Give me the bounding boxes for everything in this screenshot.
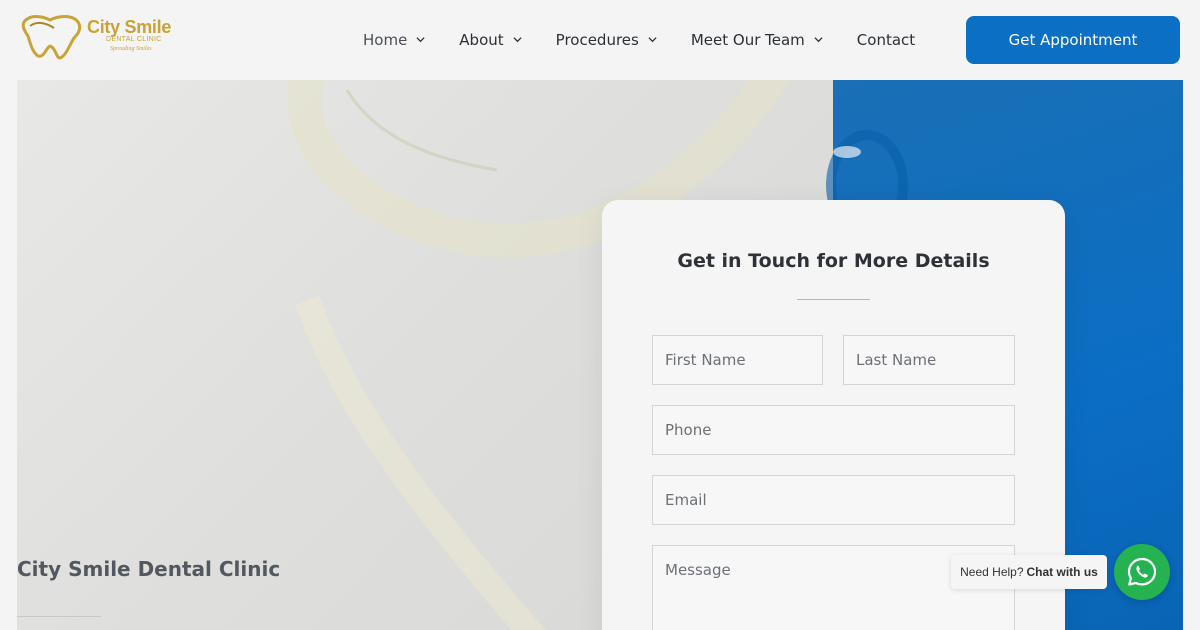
form-title: Get in Touch for More Details: [677, 250, 990, 272]
nav-item-team[interactable]: Meet Our Team: [691, 31, 823, 49]
message-placeholder: Message: [665, 561, 731, 579]
nav-item-about[interactable]: About: [459, 31, 522, 49]
main-nav: Home About Procedures Meet Our Team Cont…: [363, 28, 915, 52]
nav-label-contact: Contact: [856, 31, 916, 49]
last-name-input[interactable]: Last Name: [843, 335, 1015, 385]
logo-subtitle: DENTAL CLINIC: [106, 36, 162, 43]
whatsapp-button[interactable]: [1114, 544, 1170, 600]
nav-label-procedures: Procedures: [555, 31, 639, 49]
site-header: City Smile DENTAL CLINIC Spreading Smile…: [0, 0, 1200, 80]
nav-item-contact[interactable]: Contact: [857, 31, 915, 49]
phone-input[interactable]: Phone: [652, 405, 1015, 455]
whatsapp-action-text: Chat with us: [1026, 565, 1098, 579]
chevron-down-icon: [513, 36, 522, 42]
nav-item-home[interactable]: Home: [363, 31, 425, 49]
last-name-placeholder: Last Name: [856, 351, 937, 369]
hero-title: City Smile Dental Clinic: [17, 557, 281, 581]
whatsapp-prompt-text: Need Help?: [960, 565, 1024, 579]
whatsapp-icon: [1127, 557, 1157, 586]
nav-label-team: Meet Our Team: [690, 31, 805, 49]
nav-label-about: About: [459, 31, 504, 49]
email-input[interactable]: Email: [652, 475, 1015, 525]
whatsapp-chat-prompt[interactable]: Need Help? Chat with us: [951, 555, 1107, 589]
nav-label-home: Home: [363, 31, 408, 49]
email-placeholder: Email: [665, 491, 707, 509]
first-name-placeholder: First Name: [665, 351, 746, 369]
logo-tagline: Spreading Smiles: [110, 46, 152, 52]
get-appointment-button[interactable]: Get Appointment: [966, 16, 1180, 64]
form-divider: [797, 299, 870, 300]
chevron-down-icon: [814, 36, 823, 42]
chevron-down-icon: [416, 36, 425, 42]
nav-item-procedures[interactable]: Procedures: [556, 31, 657, 49]
logo[interactable]: City Smile DENTAL CLINIC Spreading Smile…: [20, 12, 180, 62]
first-name-input[interactable]: First Name: [652, 335, 823, 385]
hero-divider: [17, 616, 101, 617]
chevron-down-icon: [648, 36, 657, 42]
phone-placeholder: Phone: [665, 421, 712, 439]
logo-name: City Smile: [87, 17, 172, 37]
tooth-logo-icon: [21, 15, 82, 60]
